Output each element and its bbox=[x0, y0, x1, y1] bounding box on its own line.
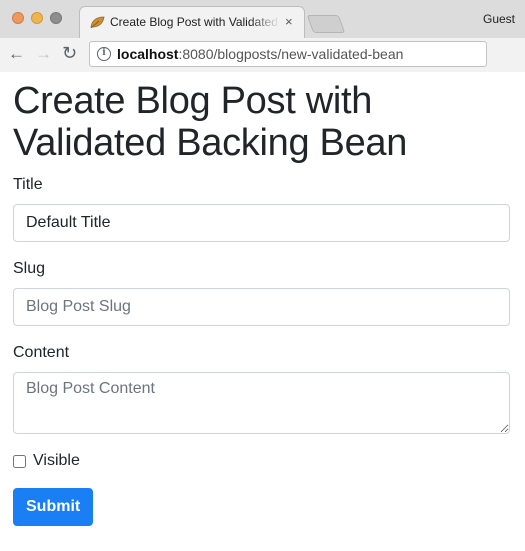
maximize-window-button[interactable] bbox=[50, 12, 62, 24]
title-group: Title bbox=[13, 176, 512, 242]
minimize-window-button[interactable] bbox=[31, 12, 43, 24]
slug-input[interactable] bbox=[13, 288, 510, 326]
url-host: localhost bbox=[117, 46, 179, 62]
profile-label[interactable]: Guest bbox=[483, 12, 515, 26]
title-label: Title bbox=[13, 176, 43, 193]
page-title: Create Blog Post with Validated Backing … bbox=[13, 80, 408, 164]
visible-label[interactable]: Visible bbox=[33, 452, 80, 470]
visible-checkbox[interactable] bbox=[13, 454, 26, 468]
submit-button[interactable]: Submit bbox=[13, 488, 94, 526]
title-input[interactable] bbox=[13, 204, 510, 242]
slug-label: Slug bbox=[13, 260, 46, 277]
close-window-button[interactable] bbox=[12, 12, 24, 24]
browser-tab[interactable]: Create Blog Post with Validated Backing … bbox=[79, 6, 305, 38]
arrow-left-icon[interactable]: ← bbox=[8, 44, 25, 64]
arrow-right-icon[interactable]: → bbox=[35, 44, 52, 64]
url-text[interactable]: localhost:8080/blogposts/new-validated-b… bbox=[117, 46, 403, 62]
browser-chrome: Create Blog Post with Validated Backing … bbox=[0, 0, 525, 72]
close-tab-icon[interactable]: × bbox=[285, 14, 293, 29]
slug-group: Slug bbox=[13, 260, 512, 326]
visible-row: Visible bbox=[13, 452, 512, 470]
reload-icon[interactable]: ↻ bbox=[62, 43, 77, 63]
address-bar[interactable]: i localhost:8080/blogposts/new-validated… bbox=[89, 41, 487, 67]
browser-toolbar: ← → ↻ i localhost:8080/blogposts/new-val… bbox=[0, 38, 525, 72]
tab-title-fade bbox=[250, 11, 280, 31]
leaf-icon bbox=[90, 16, 105, 29]
content-group: Content bbox=[13, 344, 512, 434]
url-path: :8080/blogposts/new-validated-bean bbox=[178, 46, 404, 62]
tab-strip: Create Blog Post with Validated Backing … bbox=[0, 0, 525, 38]
info-icon[interactable]: i bbox=[97, 47, 111, 61]
content-textarea[interactable] bbox=[13, 372, 510, 434]
new-tab-button[interactable] bbox=[306, 15, 346, 33]
content-label: Content bbox=[13, 344, 70, 361]
page-content: Create Blog Post with Validated Backing … bbox=[0, 72, 525, 526]
